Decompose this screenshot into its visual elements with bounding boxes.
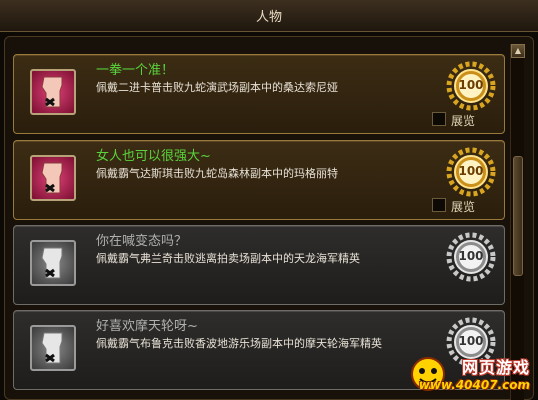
achievement-points: 100 (458, 164, 484, 178)
achievement-description: 佩戴霸气达斯琪击败九蛇岛森林副本中的玛格丽特 (96, 167, 338, 180)
achievement-points: 100 (458, 78, 484, 92)
scroll-thumb[interactable] (513, 156, 523, 276)
achievement-description: 佩戴霸气弗兰奇击败逃离拍卖场副本中的天龙海军精英 (96, 252, 360, 265)
exhibit-checkbox[interactable] (432, 198, 446, 212)
achievement-title: 女人也可以很强大~ (96, 149, 211, 164)
achievement-title: 一拳一个准！ (96, 63, 175, 78)
achievement-card: 一拳一个准！ 佩戴二进卡普击败九蛇演武场副本中的桑达索尼娅 100 展览 (13, 54, 505, 134)
achievement-card: 你在喊变态吗？ 佩戴霸气弗兰奇击败逃离拍卖场副本中的天龙海军精英 100 (13, 225, 505, 305)
watermark-line2: www.40407.com (418, 378, 530, 392)
window-title-bar: 人物 (0, 0, 538, 32)
achievement-description: 佩戴霸气布鲁克击败香波地游乐场副本中的摩天轮海军精英 (96, 337, 382, 350)
achievement-description: 佩戴二进卡普击败九蛇演武场副本中的桑达索尼娅 (96, 81, 338, 94)
watermark-line1: 网页游戏 (461, 358, 530, 377)
fist-icon (30, 325, 76, 371)
exhibit-checkbox[interactable] (432, 112, 446, 126)
exhibit-label: 展览 (451, 200, 476, 214)
achievement-points: 100 (458, 249, 484, 263)
watermark-logo: 网页游戏 www.40407.com (408, 350, 536, 398)
achievement-title: 你在喊变态吗？ (96, 234, 188, 249)
achievement-title: 好喜欢摩天轮呀~ (96, 319, 198, 334)
fist-icon (30, 155, 76, 201)
window-title: 人物 (0, 8, 538, 30)
scroll-up-button[interactable]: ▲ (511, 44, 525, 58)
fist-icon (30, 240, 76, 286)
achievement-card: 女人也可以很强大~ 佩戴霸气达斯琪击败九蛇岛森林副本中的玛格丽特 100 展览 (13, 140, 505, 220)
exhibit-label: 展览 (451, 114, 476, 128)
scrollbar[interactable]: ▲ (510, 44, 525, 400)
fist-icon (30, 69, 76, 115)
achievement-points: 100 (458, 334, 484, 348)
